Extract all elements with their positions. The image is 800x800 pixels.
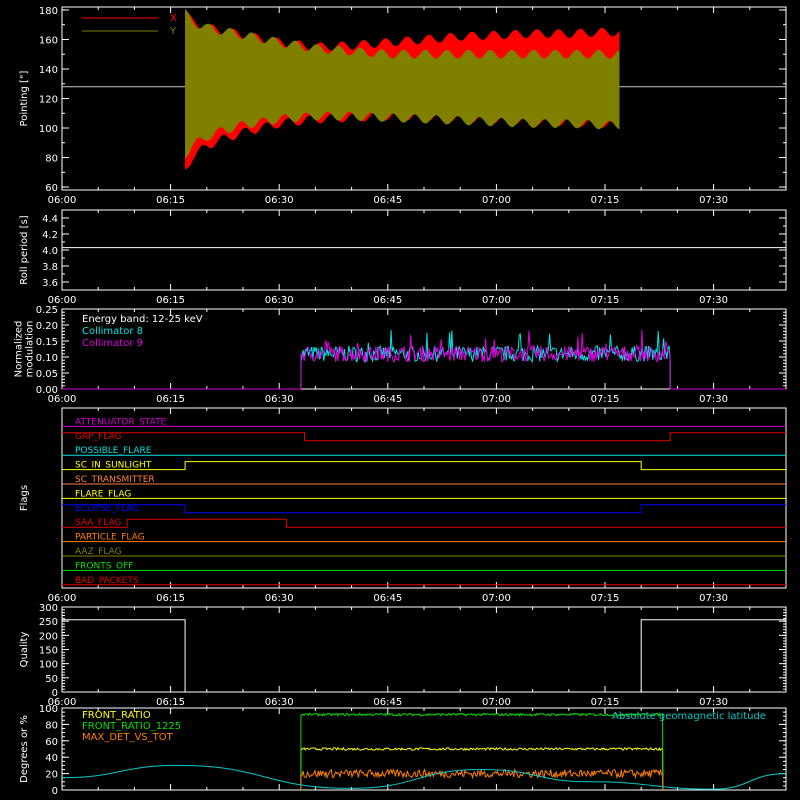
flag-label: SC_IN_SUNLIGHT <box>75 461 152 471</box>
x-tick-label: 06:45 <box>373 593 402 604</box>
legend-label: Collimator 8 <box>82 326 143 337</box>
y-axis-label: Pointing ["] <box>19 70 30 126</box>
y-tick-label: 140 <box>39 65 58 76</box>
multi-panel-chart: 06:00 06:15 06:30 06:45 07:00 07:15 07:30 Point… <box>0 0 800 800</box>
legend-label: FRONT_RATIO_1225 <box>82 721 181 732</box>
x-tick-label: 07:15 <box>591 295 620 306</box>
y-tick-label: 0.10 <box>36 353 58 364</box>
y-tick-label: 0.25 <box>36 305 58 316</box>
y-axis-label: Quality <box>19 632 30 668</box>
y-tick-label: 100 <box>39 704 58 715</box>
y-axis-label: Degrees or % <box>19 715 30 783</box>
y-tick-label: 4.0 <box>42 246 58 257</box>
x-tick-label: 06:45 <box>373 697 402 708</box>
y-tick-label: 4.4 <box>42 214 58 225</box>
legend-label: Y <box>169 26 177 37</box>
flag-label: FLARE_FLAG <box>75 489 131 499</box>
y-tick-label: 20 <box>45 770 58 781</box>
legend-label: X <box>170 13 177 24</box>
x-tick-label: 07:15 <box>591 394 620 405</box>
x-tick-label: 07:00 <box>482 593 511 604</box>
y-tick-label: 60 <box>45 737 58 748</box>
x-tick-label: 07:00 <box>482 295 511 306</box>
x-tick-label: 07:00 <box>482 697 511 708</box>
x-tick-label: 07:15 <box>591 593 620 604</box>
flag-label: BAD_PACKETS <box>75 576 139 586</box>
x-tick-label: 07:15 <box>591 697 620 708</box>
x-tick-label: 06:15 <box>156 295 185 306</box>
y-tick-label: 250 <box>39 617 58 628</box>
x-tick-label: 07:30 <box>699 195 728 206</box>
y-tick-label: 180 <box>39 6 58 17</box>
x-tick-label: 06:15 <box>156 593 185 604</box>
y-tick-label: 40 <box>45 753 58 764</box>
y-tick-label: 200 <box>39 631 58 642</box>
y-tick-label: 0 <box>52 786 58 797</box>
legend-label: Collimator 9 <box>82 338 143 349</box>
y-tick-label: 100 <box>39 124 58 135</box>
y-tick-label: 0.20 <box>36 321 58 332</box>
y-axis-label: Normalized <box>14 321 25 378</box>
x-tick-label: 06:45 <box>373 394 402 405</box>
flag-label: GAP_FLAG <box>75 432 121 442</box>
y-axis-label: modulation <box>25 321 36 378</box>
x-tick-label: 07:00 <box>482 394 511 405</box>
legend-label: MAX_DET_VS_TOT <box>82 732 174 743</box>
y-tick-label: 4.2 <box>42 230 58 241</box>
x-tick-label: 06:00 <box>48 195 77 206</box>
x-tick-label: 06:30 <box>265 593 294 604</box>
legend-label: FRONT_RATIO <box>82 710 151 721</box>
x-tick-label: 07:15 <box>591 195 620 206</box>
x-tick-label: 07:30 <box>699 697 728 708</box>
legend-label: Energy band: 12-25 keV <box>82 314 203 325</box>
x-tick-label: 06:30 <box>265 195 294 206</box>
y-tick-label: 100 <box>39 660 58 671</box>
y-tick-label: 0 <box>52 688 58 699</box>
y-axis-label: Flags <box>19 485 30 511</box>
y-tick-label: 80 <box>45 154 58 165</box>
y-tick-label: 150 <box>39 646 58 657</box>
flag-label: POSSIBLE_FLARE <box>75 446 152 456</box>
x-tick-label: 07:30 <box>699 593 728 604</box>
flag-label: ATTENUATOR_STATE <box>75 417 167 427</box>
y-tick-label: 80 <box>45 720 58 731</box>
y-tick-label: 60 <box>45 183 58 194</box>
y-axis-label: Roll period [s] <box>19 215 30 284</box>
y-tick-label: 160 <box>39 35 58 46</box>
x-tick-label: 07:30 <box>699 394 728 405</box>
x-tick-label: 06:15 <box>156 195 185 206</box>
flag-label: ECLIPSE_FLAG <box>75 504 139 514</box>
y-tick-label: 120 <box>39 95 58 106</box>
y-tick-label: 0.15 <box>36 337 58 348</box>
y-tick-label: 3.8 <box>42 262 58 273</box>
flag-label: SAA_FLAG <box>75 518 121 528</box>
x-tick-label: 06:45 <box>373 195 402 206</box>
flag-label: PARTICLE_FLAG <box>75 533 145 543</box>
flag-label: FRONTS_OFF <box>75 561 133 571</box>
y-tick-label: 3.6 <box>42 278 58 289</box>
x-tick-label: 06:15 <box>156 697 185 708</box>
x-tick-label: 06:30 <box>265 295 294 306</box>
x-tick-label: 06:45 <box>373 295 402 306</box>
x-tick-label: 06:30 <box>265 697 294 708</box>
y-tick-label: 0.00 <box>36 385 58 396</box>
geomag-annotation: Absolute geomagnetic latitude <box>612 711 766 722</box>
x-tick-label: 06:15 <box>156 394 185 405</box>
x-tick-label: 06:30 <box>265 394 294 405</box>
y-tick-label: 50 <box>45 674 58 685</box>
y-tick-label: 0.05 <box>36 369 58 380</box>
y-tick-label: 300 <box>39 603 58 614</box>
flag-label: SC_TRANSMITTER <box>75 475 155 485</box>
x-tick-label: 07:00 <box>482 195 511 206</box>
flag-label: AAZ_FLAG <box>75 547 122 557</box>
x-tick-label: 07:30 <box>699 295 728 306</box>
